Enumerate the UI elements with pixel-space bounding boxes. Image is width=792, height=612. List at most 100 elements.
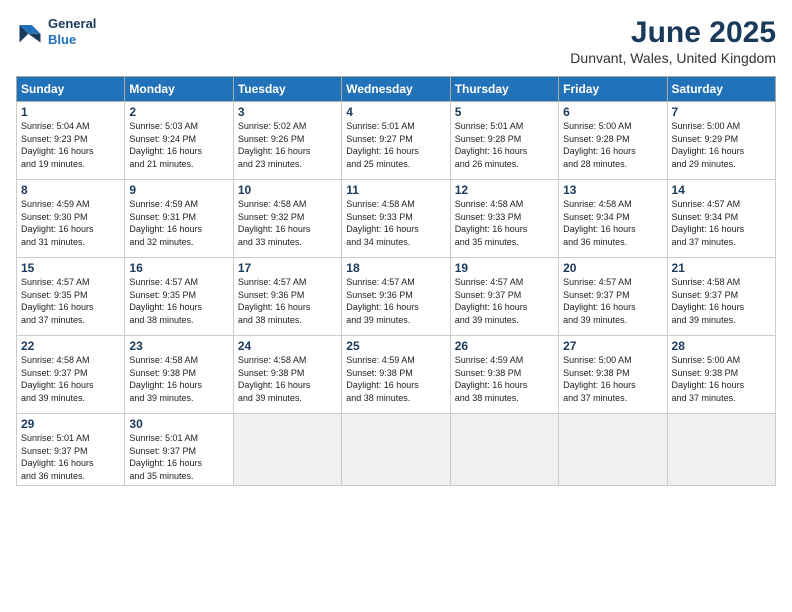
cell-info: Sunrise: 5:01 AMSunset: 9:28 PMDaylight:… (455, 120, 554, 170)
day-number: 18 (346, 261, 445, 275)
day-number: 12 (455, 183, 554, 197)
table-row: 26Sunrise: 4:59 AMSunset: 9:38 PMDayligh… (450, 336, 558, 414)
table-row: 16Sunrise: 4:57 AMSunset: 9:35 PMDayligh… (125, 258, 233, 336)
day-number: 27 (563, 339, 662, 353)
cell-info: Sunrise: 4:57 AMSunset: 9:34 PMDaylight:… (672, 198, 771, 248)
day-number: 16 (129, 261, 228, 275)
table-row: 25Sunrise: 4:59 AMSunset: 9:38 PMDayligh… (342, 336, 450, 414)
table-row: 5Sunrise: 5:01 AMSunset: 9:28 PMDaylight… (450, 102, 558, 180)
table-row: 1Sunrise: 5:04 AMSunset: 9:23 PMDaylight… (17, 102, 125, 180)
day-number: 14 (672, 183, 771, 197)
day-number: 26 (455, 339, 554, 353)
cell-info: Sunrise: 5:00 AMSunset: 9:28 PMDaylight:… (563, 120, 662, 170)
table-row: 6Sunrise: 5:00 AMSunset: 9:28 PMDaylight… (559, 102, 667, 180)
col-friday: Friday (559, 77, 667, 102)
cell-info: Sunrise: 4:58 AMSunset: 9:38 PMDaylight:… (238, 354, 337, 404)
table-row: 4Sunrise: 5:01 AMSunset: 9:27 PMDaylight… (342, 102, 450, 180)
cell-info: Sunrise: 4:58 AMSunset: 9:38 PMDaylight:… (129, 354, 228, 404)
day-number: 2 (129, 105, 228, 119)
logo-general: General (48, 16, 96, 32)
table-row: 7Sunrise: 5:00 AMSunset: 9:29 PMDaylight… (667, 102, 775, 180)
table-row: 21Sunrise: 4:58 AMSunset: 9:37 PMDayligh… (667, 258, 775, 336)
table-row: 27Sunrise: 5:00 AMSunset: 9:38 PMDayligh… (559, 336, 667, 414)
logo-text: General Blue (48, 16, 96, 47)
page: General Blue June 2025 Dunvant, Wales, U… (0, 0, 792, 612)
cell-info: Sunrise: 4:57 AMSunset: 9:37 PMDaylight:… (455, 276, 554, 326)
day-number: 15 (21, 261, 120, 275)
header: General Blue June 2025 Dunvant, Wales, U… (16, 16, 776, 66)
calendar-table: Sunday Monday Tuesday Wednesday Thursday… (16, 76, 776, 486)
day-number: 17 (238, 261, 337, 275)
table-row (450, 414, 558, 486)
cell-info: Sunrise: 4:57 AMSunset: 9:36 PMDaylight:… (346, 276, 445, 326)
col-thursday: Thursday (450, 77, 558, 102)
table-row: 29Sunrise: 5:01 AMSunset: 9:37 PMDayligh… (17, 414, 125, 486)
col-saturday: Saturday (667, 77, 775, 102)
cell-info: Sunrise: 4:58 AMSunset: 9:32 PMDaylight:… (238, 198, 337, 248)
day-number: 9 (129, 183, 228, 197)
day-number: 24 (238, 339, 337, 353)
cell-info: Sunrise: 4:58 AMSunset: 9:33 PMDaylight:… (455, 198, 554, 248)
cell-info: Sunrise: 5:01 AMSunset: 9:37 PMDaylight:… (21, 432, 120, 482)
table-row: 2Sunrise: 5:03 AMSunset: 9:24 PMDaylight… (125, 102, 233, 180)
cell-info: Sunrise: 4:59 AMSunset: 9:30 PMDaylight:… (21, 198, 120, 248)
day-number: 1 (21, 105, 120, 119)
table-row: 11Sunrise: 4:58 AMSunset: 9:33 PMDayligh… (342, 180, 450, 258)
table-row: 24Sunrise: 4:58 AMSunset: 9:38 PMDayligh… (233, 336, 341, 414)
table-row: 17Sunrise: 4:57 AMSunset: 9:36 PMDayligh… (233, 258, 341, 336)
cell-info: Sunrise: 4:59 AMSunset: 9:38 PMDaylight:… (346, 354, 445, 404)
table-row: 20Sunrise: 4:57 AMSunset: 9:37 PMDayligh… (559, 258, 667, 336)
table-row (667, 414, 775, 486)
day-number: 3 (238, 105, 337, 119)
table-row (559, 414, 667, 486)
cell-info: Sunrise: 4:58 AMSunset: 9:33 PMDaylight:… (346, 198, 445, 248)
day-number: 22 (21, 339, 120, 353)
table-row (342, 414, 450, 486)
logo: General Blue (16, 16, 96, 47)
day-number: 4 (346, 105, 445, 119)
day-number: 25 (346, 339, 445, 353)
calendar-subtitle: Dunvant, Wales, United Kingdom (570, 50, 776, 66)
cell-info: Sunrise: 5:00 AMSunset: 9:38 PMDaylight:… (563, 354, 662, 404)
col-monday: Monday (125, 77, 233, 102)
table-row: 28Sunrise: 5:00 AMSunset: 9:38 PMDayligh… (667, 336, 775, 414)
col-sunday: Sunday (17, 77, 125, 102)
cell-info: Sunrise: 5:02 AMSunset: 9:26 PMDaylight:… (238, 120, 337, 170)
table-row: 13Sunrise: 4:58 AMSunset: 9:34 PMDayligh… (559, 180, 667, 258)
cell-info: Sunrise: 4:57 AMSunset: 9:35 PMDaylight:… (129, 276, 228, 326)
day-number: 7 (672, 105, 771, 119)
logo-blue: Blue (48, 32, 96, 48)
cell-info: Sunrise: 4:59 AMSunset: 9:38 PMDaylight:… (455, 354, 554, 404)
cell-info: Sunrise: 4:58 AMSunset: 9:37 PMDaylight:… (672, 276, 771, 326)
day-number: 8 (21, 183, 120, 197)
table-row: 15Sunrise: 4:57 AMSunset: 9:35 PMDayligh… (17, 258, 125, 336)
day-number: 30 (129, 417, 228, 431)
table-row: 8Sunrise: 4:59 AMSunset: 9:30 PMDaylight… (17, 180, 125, 258)
table-row: 3Sunrise: 5:02 AMSunset: 9:26 PMDaylight… (233, 102, 341, 180)
cell-info: Sunrise: 4:57 AMSunset: 9:36 PMDaylight:… (238, 276, 337, 326)
cell-info: Sunrise: 5:00 AMSunset: 9:38 PMDaylight:… (672, 354, 771, 404)
day-number: 6 (563, 105, 662, 119)
title-block: June 2025 Dunvant, Wales, United Kingdom (570, 16, 776, 66)
day-number: 10 (238, 183, 337, 197)
calendar-title: June 2025 (570, 16, 776, 50)
table-row: 14Sunrise: 4:57 AMSunset: 9:34 PMDayligh… (667, 180, 775, 258)
day-number: 19 (455, 261, 554, 275)
table-row: 10Sunrise: 4:58 AMSunset: 9:32 PMDayligh… (233, 180, 341, 258)
day-number: 5 (455, 105, 554, 119)
cell-info: Sunrise: 5:01 AMSunset: 9:37 PMDaylight:… (129, 432, 228, 482)
cell-info: Sunrise: 4:59 AMSunset: 9:31 PMDaylight:… (129, 198, 228, 248)
table-row: 30Sunrise: 5:01 AMSunset: 9:37 PMDayligh… (125, 414, 233, 486)
day-number: 11 (346, 183, 445, 197)
cell-info: Sunrise: 5:04 AMSunset: 9:23 PMDaylight:… (21, 120, 120, 170)
cell-info: Sunrise: 4:58 AMSunset: 9:37 PMDaylight:… (21, 354, 120, 404)
day-number: 28 (672, 339, 771, 353)
cell-info: Sunrise: 5:01 AMSunset: 9:27 PMDaylight:… (346, 120, 445, 170)
day-number: 13 (563, 183, 662, 197)
table-row: 19Sunrise: 4:57 AMSunset: 9:37 PMDayligh… (450, 258, 558, 336)
cell-info: Sunrise: 5:00 AMSunset: 9:29 PMDaylight:… (672, 120, 771, 170)
col-tuesday: Tuesday (233, 77, 341, 102)
cell-info: Sunrise: 5:03 AMSunset: 9:24 PMDaylight:… (129, 120, 228, 170)
cell-info: Sunrise: 4:58 AMSunset: 9:34 PMDaylight:… (563, 198, 662, 248)
table-row: 9Sunrise: 4:59 AMSunset: 9:31 PMDaylight… (125, 180, 233, 258)
